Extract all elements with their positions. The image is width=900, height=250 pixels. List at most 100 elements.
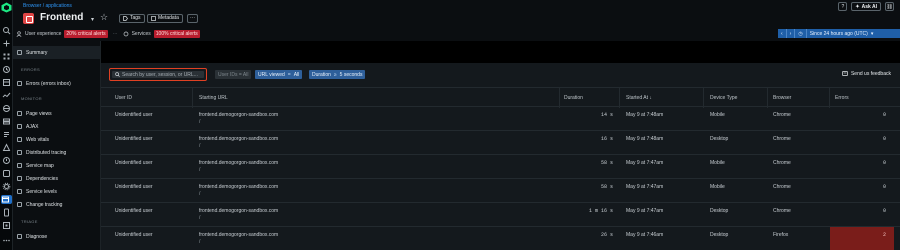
sparkle-icon: ✦ <box>855 3 860 10</box>
breadcrumb[interactable]: Browser / applications <box>23 3 72 9</box>
sessions-table: User ID Starting URL Duration Started At… <box>101 87 900 250</box>
mobile-icon[interactable] <box>2 208 11 217</box>
time-next-button[interactable]: › <box>787 29 796 38</box>
col-started-at[interactable]: Started At ↓ <box>626 95 652 101</box>
errors-icon[interactable] <box>2 156 11 165</box>
tags-button[interactable]: Tags <box>119 14 145 23</box>
duration-filter[interactable]: Duration ≥ 5 seconds <box>309 70 366 79</box>
entity-header: Browser / applications Frontend ▾ ☆ Tags… <box>13 0 900 41</box>
url-viewed-value: All <box>293 71 300 78</box>
sidebar-item-label: Errors (errors inbox) <box>26 80 71 87</box>
cell-url[interactable]: frontend.demogorgon-sandbox.com <box>199 136 278 142</box>
table-row[interactable]: Unidentified user frontend.demogorgon-sa… <box>101 203 900 227</box>
recent-clock-icon[interactable] <box>2 65 11 74</box>
cell-url[interactable]: frontend.demogorgon-sandbox.com <box>199 112 278 118</box>
search-field[interactable] <box>112 71 204 78</box>
new-relic-logo[interactable] <box>1 2 12 13</box>
apm-icon[interactable] <box>2 91 11 100</box>
sidebar-item-web-vitals[interactable]: Web vitals <box>17 135 49 144</box>
cell-user: Unidentified user <box>115 184 153 190</box>
cell-path: / <box>199 119 201 125</box>
synthetics-icon[interactable] <box>2 221 11 230</box>
page-title[interactable]: Frontend <box>40 12 83 23</box>
cell-device: Mobile <box>710 184 725 190</box>
sidebar-item-dependencies[interactable]: Dependencies <box>17 174 58 183</box>
column-divider <box>703 88 704 108</box>
sidebar-item-diagnose[interactable]: Diagnose <box>17 232 47 241</box>
table-row[interactable]: Unidentified user frontend.demogorgon-sa… <box>101 155 900 179</box>
table-row[interactable]: Unidentified user frontend.demogorgon-sa… <box>101 107 900 131</box>
col-device-type[interactable]: Device Type <box>710 95 737 101</box>
user-ids-filter[interactable]: User IDs = All <box>215 70 252 79</box>
table-row[interactable]: Unidentified user frontend.demogorgon-sa… <box>101 131 900 155</box>
sidebar-item-distributed-tracing[interactable]: Distributed tracing <box>17 148 66 157</box>
globe-icon[interactable] <box>2 104 11 113</box>
ajax-icon <box>17 124 22 129</box>
table-row[interactable]: Unidentified user frontend.demogorgon-sa… <box>101 227 900 250</box>
col-duration[interactable]: Duration <box>564 95 583 101</box>
errors-cell-bg <box>830 107 894 130</box>
sidebar-item-service-levels[interactable]: Service levels <box>17 187 57 196</box>
tags-label: Tags <box>130 15 141 21</box>
column-divider <box>829 88 830 108</box>
send-feedback-button[interactable]: Send us feedback <box>842 71 891 77</box>
infra-icon[interactable] <box>2 117 11 126</box>
cell-started: May 9 at 7:46am <box>626 232 664 238</box>
ux-alert-badge[interactable]: 20% critical alerts <box>64 30 108 38</box>
cell-url[interactable]: frontend.demogorgon-sandbox.com <box>199 232 278 238</box>
sidebar-item-summary[interactable]: Summary <box>17 48 47 57</box>
cell-url[interactable]: frontend.demogorgon-sandbox.com <box>199 208 278 214</box>
dashboards-icon[interactable] <box>2 78 11 87</box>
table-row[interactable]: Unidentified user frontend.demogorgon-sa… <box>101 179 900 203</box>
favorite-star-icon[interactable]: ☆ <box>100 13 108 22</box>
more-icon[interactable] <box>2 236 11 245</box>
main-content: User IDs = All URL viewed = All Duration… <box>101 41 900 250</box>
services-alert-badge[interactable]: 100% critical alerts <box>153 30 200 38</box>
logs-icon[interactable] <box>2 130 11 139</box>
sidebar-item-change-tracking[interactable]: Change tracking <box>17 200 62 209</box>
sidebar-item-ajax[interactable]: AJAX <box>17 122 39 131</box>
cell-errors: 2 <box>882 232 886 238</box>
url-viewed-filter[interactable]: URL viewed = All <box>255 70 303 79</box>
cell-path: / <box>199 191 201 197</box>
filter-bar: User IDs = All URL viewed = All Duration… <box>101 63 900 87</box>
link-icon[interactable]: ⛓ <box>885 2 894 11</box>
cell-url[interactable]: frontend.demogorgon-sandbox.com <box>199 184 278 190</box>
cell-errors: 0 <box>882 184 886 190</box>
alerts-icon[interactable] <box>2 143 11 152</box>
cell-url[interactable]: frontend.demogorgon-sandbox.com <box>199 160 278 166</box>
ask-ai-button[interactable]: ✦ Ask AI <box>851 2 881 11</box>
apps-grid-icon[interactable] <box>2 52 11 61</box>
browser-icon[interactable] <box>1 195 12 204</box>
tracing-icon <box>17 150 22 155</box>
col-starting-url[interactable]: Starting URL <box>199 95 228 101</box>
col-errors[interactable]: Errors <box>835 95 849 101</box>
browser-app-icon <box>23 13 34 24</box>
sidebar-item-errors-inbox[interactable]: Errors (errors inbox) <box>17 79 71 88</box>
sidebar-item-page-views[interactable]: Page views <box>17 109 52 118</box>
sidebar-item-service-map[interactable]: Service map <box>17 161 54 170</box>
help-button[interactable]: ? <box>838 2 848 11</box>
time-picker[interactable]: ‹ › ◷ Since 24 hours ago (UTC) ▾ <box>778 29 900 38</box>
chevron-down-icon: ▾ <box>870 30 874 37</box>
time-prev-button[interactable]: ‹ <box>778 29 787 38</box>
queries-icon[interactable] <box>2 169 11 178</box>
search-icon <box>115 72 120 77</box>
col-browser[interactable]: Browser <box>773 95 791 101</box>
chevron-down-icon[interactable]: ▾ <box>91 16 94 23</box>
search-input[interactable] <box>122 71 202 78</box>
cell-path: / <box>199 143 201 149</box>
add-icon[interactable] <box>2 39 11 48</box>
cell-started: May 9 at 7:47am <box>626 184 664 190</box>
more-actions-button[interactable]: ··· <box>187 14 198 23</box>
metadata-button[interactable]: Metadata <box>147 14 183 23</box>
col-user-id[interactable]: User ID <box>115 95 132 101</box>
section-errors: ERRORS <box>21 67 40 72</box>
search-icon[interactable] <box>2 26 11 35</box>
search-highlight-box <box>109 68 207 81</box>
cell-duration: 58 s <box>600 184 613 190</box>
metadata-label: Metadata <box>158 15 179 21</box>
dependencies-icon <box>17 176 22 181</box>
settings-gear-icon[interactable] <box>2 182 11 191</box>
page-views-icon <box>17 111 22 116</box>
